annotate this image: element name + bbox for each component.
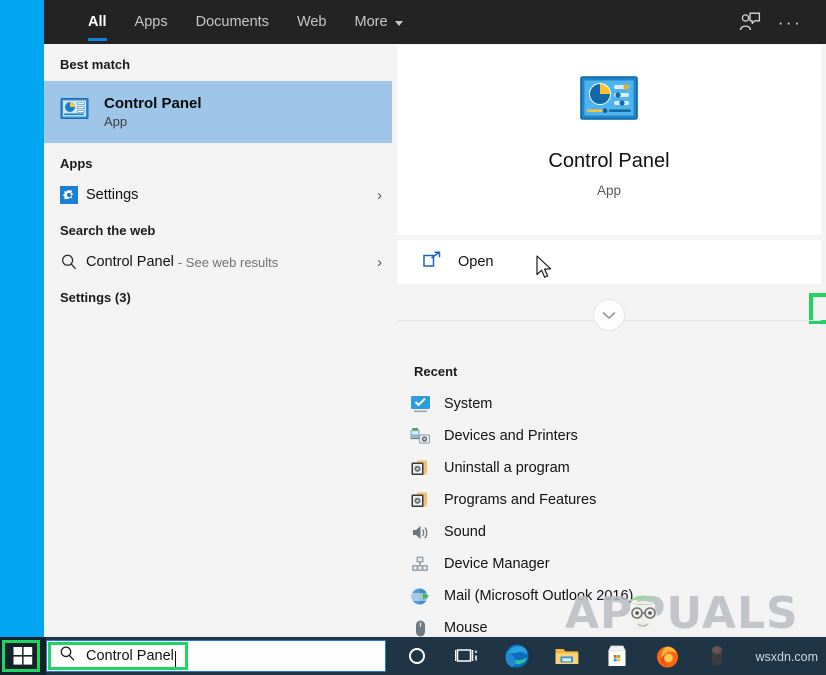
open-button[interactable]: Open [397, 240, 821, 284]
recent-header: Recent [414, 364, 457, 379]
microsoft-edge-icon[interactable] [492, 637, 542, 675]
settings-count-header: Settings (3) [44, 277, 392, 314]
mail-icon [410, 587, 444, 606]
list-item-label: Uninstall a program [444, 460, 570, 476]
list-item[interactable]: Uninstall a program [392, 452, 826, 484]
list-item[interactable]: Device Manager [392, 548, 826, 580]
search-input[interactable]: Control Panel [86, 648, 174, 664]
tab-web-label: Web [297, 14, 327, 30]
list-item[interactable]: Mail (Microsoft Outlook 2016) [392, 580, 826, 612]
tab-apps[interactable]: Apps [135, 0, 168, 44]
list-item-label: Device Manager [444, 556, 550, 572]
apps-header: Apps [44, 143, 392, 180]
best-match-text: Control Panel App [104, 94, 202, 131]
tab-apps-label: Apps [135, 14, 168, 30]
tab-more[interactable]: More [355, 0, 403, 44]
open-external-icon [423, 251, 442, 273]
tab-documents[interactable]: Documents [196, 0, 269, 44]
uninstall-program-icon [410, 459, 444, 478]
search-icon [60, 251, 86, 273]
list-item-label: System [444, 396, 492, 412]
taskbar-app-icons [392, 637, 742, 675]
preview-pane: Control Panel App Open [392, 44, 826, 637]
start-search-flyout: All Apps Documents Web More [44, 0, 826, 637]
tab-documents-label: Documents [196, 14, 269, 30]
tab-web[interactable]: Web [297, 0, 327, 44]
device-manager-icon [410, 555, 444, 574]
microsoft-store-icon[interactable] [592, 637, 642, 675]
result-item-web-suffix: - See web results [178, 255, 278, 270]
list-item[interactable]: System [392, 388, 826, 420]
list-item[interactable]: Devices and Printers [392, 420, 826, 452]
expand-more-button[interactable] [593, 299, 625, 331]
results-column: Best match Control Panel [44, 44, 392, 637]
search-icon [59, 645, 76, 667]
settings-gear-icon [60, 184, 86, 206]
open-button-label: Open [458, 254, 493, 270]
result-item-settings-label: Settings [86, 187, 138, 203]
chevron-right-icon[interactable]: › [377, 187, 382, 204]
result-item-settings[interactable]: Settings › [44, 180, 392, 210]
list-item-label: Devices and Printers [444, 428, 578, 444]
taskbar-search-box[interactable]: Control Panel [46, 640, 386, 672]
list-item[interactable]: Programs and Features [392, 484, 826, 516]
system-monitor-icon [410, 395, 444, 414]
open-action-card: Open [397, 240, 821, 284]
tabbar-actions: ··· [730, 0, 826, 44]
mouse-app-icon[interactable] [692, 637, 742, 675]
cortana-icon[interactable] [392, 637, 442, 675]
person-chat-icon[interactable] [730, 0, 770, 44]
devices-printers-icon [410, 427, 444, 446]
best-match-header: Best match [44, 44, 392, 81]
text-caret [175, 651, 176, 668]
preview-app-subtitle: App [397, 183, 821, 198]
mouse-icon [410, 619, 444, 638]
ellipsis-icon[interactable]: ··· [770, 0, 810, 44]
search-the-web-header: Search the web [44, 210, 392, 247]
list-item[interactable]: Sound [392, 516, 826, 548]
tab-all[interactable]: All [88, 0, 107, 44]
preview-app-card: Control Panel App [397, 45, 821, 235]
speaker-icon [410, 523, 444, 542]
best-match-subtitle: App [104, 113, 202, 131]
programs-features-icon [410, 491, 444, 510]
recent-list: System Devices and [392, 388, 826, 644]
ellipsis-glyph: ··· [778, 14, 802, 31]
result-item-web-control-panel[interactable]: Control Panel - See web results › [44, 247, 392, 277]
tab-all-label: All [88, 14, 107, 30]
mouse-cursor [536, 255, 556, 281]
expand-divider [397, 299, 821, 343]
control-panel-large-icon [397, 76, 821, 121]
list-item-label: Programs and Features [444, 492, 596, 508]
task-view-icon[interactable] [442, 637, 492, 675]
preview-app-title: Control Panel [397, 150, 821, 173]
best-match-item-control-panel[interactable]: Control Panel App [44, 81, 392, 143]
file-explorer-icon[interactable] [542, 637, 592, 675]
tab-more-label: More [355, 14, 388, 30]
result-item-web-label: Control Panel [86, 254, 174, 270]
list-item-label: Sound [444, 524, 486, 540]
chevron-down-icon [602, 311, 616, 320]
chevron-down-icon [395, 21, 403, 26]
firefox-icon[interactable] [642, 637, 692, 675]
desktop-background [0, 0, 44, 637]
list-item-label: Mouse [444, 620, 488, 636]
best-match-title: Control Panel [104, 94, 202, 113]
screen: All Apps Documents Web More [0, 0, 826, 675]
chevron-right-icon[interactable]: › [377, 254, 382, 271]
search-filter-tabbar: All Apps Documents Web More [44, 0, 826, 44]
windows-start-icon[interactable] [0, 637, 46, 675]
list-item-label: Mail (Microsoft Outlook 2016) [444, 588, 633, 604]
control-panel-icon [60, 97, 104, 127]
